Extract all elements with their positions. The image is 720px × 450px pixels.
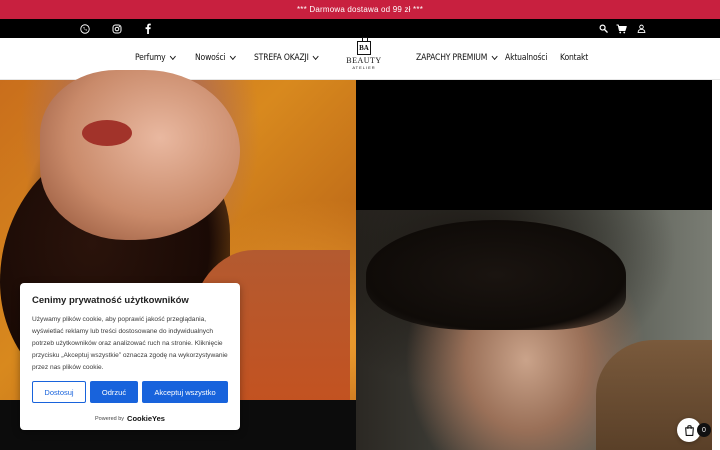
cookie-consent-dialog: Cenimy prywatność użytkowników Używamy p… xyxy=(20,283,240,430)
logo-name: BEAUTY xyxy=(346,56,382,65)
user-icon[interactable] xyxy=(635,22,648,35)
chevron-down-icon xyxy=(229,52,236,61)
hero-dark-panel xyxy=(356,80,712,210)
chevron-down-icon xyxy=(169,52,176,61)
nav-item-label: Nowości xyxy=(195,53,226,63)
nav-item-aktualnosci[interactable]: Aktualności xyxy=(505,50,547,66)
cookieyes-logo[interactable]: CookieYes xyxy=(127,414,165,423)
facebook-icon[interactable] xyxy=(141,22,154,35)
nav-item-label: STREFA OKAZJI xyxy=(254,53,309,63)
instagram-icon[interactable] xyxy=(110,22,123,35)
cookie-text: Używamy plików cookie, aby poprawić jako… xyxy=(32,316,228,371)
accept-all-button[interactable]: Akceptuj wszystko xyxy=(142,381,228,403)
powered-by-label: Powered by xyxy=(95,415,125,422)
cart-count-badge: 0 xyxy=(697,423,711,437)
cookie-title: Cenimy prywatność użytkowników xyxy=(32,295,189,306)
logo-sub: ATELIER xyxy=(352,65,376,70)
nav-item-label: Kontakt xyxy=(560,53,589,63)
promo-bar: *** Darmowa dostawa od 99 zł *** xyxy=(0,0,720,19)
site-logo[interactable]: BA BEAUTY ATELIER xyxy=(343,37,385,77)
cart-icon[interactable] xyxy=(615,22,628,35)
chevron-down-icon xyxy=(312,52,319,61)
search-icon[interactable] xyxy=(597,22,610,35)
nav-item-label: Aktualności xyxy=(505,53,548,63)
reject-button[interactable]: Odrzuć xyxy=(90,381,138,403)
promo-text: *** Darmowa dostawa od 99 zł *** xyxy=(296,5,424,14)
hero-image-man[interactable] xyxy=(356,210,712,450)
shopping-bag-icon xyxy=(684,425,694,436)
powered-by: Powered by CookieYes xyxy=(20,414,240,423)
nav-item-kontakt[interactable]: Kontakt xyxy=(560,50,588,66)
nav-item-label: ZAPACHY PREMIUM xyxy=(416,53,488,63)
logo-mark: BA xyxy=(357,37,371,55)
phone-icon[interactable] xyxy=(78,22,91,35)
nav-item-zapachy-premium[interactable]: ZAPACHY PREMIUM xyxy=(416,50,498,66)
nav-item-nowosci[interactable]: Nowości xyxy=(195,50,236,66)
nav-item-perfumy[interactable]: Perfumy xyxy=(135,50,176,66)
nav-item-strefa-okazji[interactable]: STREFA OKAZJI xyxy=(254,50,319,66)
customize-button[interactable]: Dostosuj xyxy=(32,381,86,403)
top-bar xyxy=(0,19,720,38)
chevron-down-icon xyxy=(491,52,498,61)
nav-item-label: Perfumy xyxy=(135,53,166,63)
